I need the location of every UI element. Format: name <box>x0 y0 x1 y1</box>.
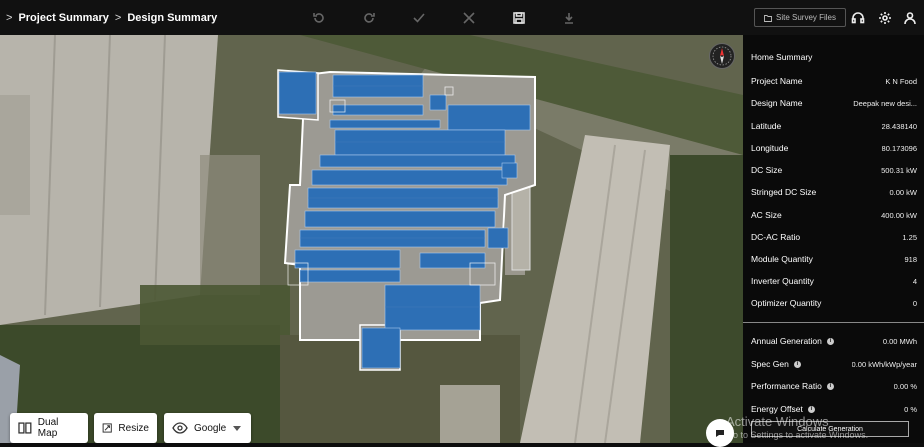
dual-map-label: Dual Map <box>37 417 59 439</box>
resize-label: Resize <box>118 422 149 434</box>
row-value: 1.25 <box>902 232 917 242</box>
map-provider-select[interactable]: Google <box>164 413 251 443</box>
row-label: Module Quantity <box>751 254 813 264</box>
row-label: DC-AC Ratio <box>751 232 801 242</box>
download-icon[interactable] <box>560 9 578 27</box>
map-imagery <box>0 35 743 443</box>
row-label: Spec Gen <box>751 359 789 369</box>
dual-map-icon <box>18 422 32 434</box>
summary-row: AC Size 400.00 kW <box>751 210 917 220</box>
row-value: 0.00 % <box>893 381 917 391</box>
row-label: Inverter Quantity <box>751 276 814 286</box>
satellite-map[interactable]: Dual Map Resize Google <box>0 35 743 443</box>
eye-icon <box>172 422 188 434</box>
row-label: Stringed DC Size <box>751 187 817 197</box>
headset-icon[interactable] <box>851 0 865 35</box>
panel-divider <box>743 322 924 323</box>
breadcrumb-project-summary[interactable]: Project Summary <box>18 12 108 24</box>
panel-title: Home Summary <box>751 52 813 62</box>
row-value: 4 <box>912 276 917 286</box>
row-value: Deepak new desi... <box>853 98 917 108</box>
row-label: Design Name <box>751 98 803 108</box>
top-toolbar: > Project Summary > Design Summary Site … <box>0 0 924 35</box>
folder-icon <box>764 14 772 22</box>
summary-row: Stringed DC Size 0.00 kW <box>751 187 917 197</box>
info-icon[interactable]: i <box>807 406 815 414</box>
summary-row: Design Name Deepak new desi... <box>751 98 917 108</box>
summary-panel: Home Summary Project Name K N Food Design… <box>743 35 924 443</box>
breadcrumb-design-summary[interactable]: Design Summary <box>127 12 217 24</box>
undo-icon[interactable] <box>310 9 328 27</box>
resize-button[interactable]: Resize <box>94 413 157 443</box>
row-label: DC Size <box>751 165 783 175</box>
summary-row: Longitude 80.173096 <box>751 143 917 153</box>
row-value: 500.31 kW <box>881 165 917 175</box>
row-label: Latitude <box>751 121 782 131</box>
row-label: Project Name <box>751 76 803 86</box>
info-icon[interactable]: i <box>826 338 834 346</box>
resize-icon <box>102 423 112 433</box>
generation-row: Annual Generation i 0.00 MWh <box>751 336 917 346</box>
info-icon[interactable]: i <box>826 383 834 391</box>
generation-row: Spec Gen i 0.00 kWh/kWp/year <box>751 359 917 369</box>
close-icon[interactable] <box>460 9 478 27</box>
row-value: 0.00 kW <box>889 187 917 197</box>
row-label: Performance Ratio <box>751 381 822 391</box>
summary-row: Latitude 28.438140 <box>751 121 917 131</box>
row-value: 0 <box>912 298 917 308</box>
generation-row: Energy Offset i 0 % <box>751 404 917 414</box>
row-value: 0.00 kWh/kWp/year <box>851 359 917 369</box>
row-label: Annual Generation <box>751 336 822 346</box>
gear-icon[interactable] <box>878 0 892 35</box>
breadcrumb-separator: > <box>114 11 122 24</box>
breadcrumb-separator: > <box>6 11 13 24</box>
site-survey-files-label: Site Survey Files <box>775 13 837 22</box>
site-survey-files-button[interactable]: Site Survey Files <box>754 8 846 27</box>
row-label: AC Size <box>751 210 782 220</box>
save-icon[interactable] <box>510 9 528 27</box>
row-label: Energy Offset <box>751 404 803 414</box>
redo-icon[interactable] <box>360 9 378 27</box>
row-value: 0 % <box>904 404 917 414</box>
row-value: 0.00 MWh <box>882 336 917 346</box>
summary-row: Optimizer Quantity 0 <box>751 298 917 308</box>
row-value: 400.00 kW <box>881 210 917 220</box>
row-label: Optimizer Quantity <box>751 298 822 308</box>
generation-row: Performance Ratio i 0.00 % <box>751 381 917 391</box>
compass-icon[interactable] <box>709 43 735 69</box>
row-value: 28.438140 <box>881 121 917 131</box>
row-value: 80.173096 <box>881 143 917 153</box>
breadcrumb: > Project Summary > Design Summary <box>0 12 217 24</box>
info-icon[interactable]: i <box>793 361 801 369</box>
dual-map-button[interactable]: Dual Map <box>10 413 88 443</box>
row-value: 918 <box>904 254 917 264</box>
check-icon[interactable] <box>410 9 428 27</box>
chevron-down-icon <box>233 426 242 431</box>
edit-toolbar <box>310 0 610 35</box>
summary-row: Project Name K N Food <box>751 76 917 86</box>
activation-watermark-title: Activate Windows <box>726 414 829 429</box>
row-label: Longitude <box>751 143 789 153</box>
summary-row: DC Size 500.31 kW <box>751 165 917 175</box>
summary-row: DC-AC Ratio 1.25 <box>751 232 917 242</box>
user-icon[interactable] <box>903 0 917 35</box>
row-value: K N Food <box>885 76 917 86</box>
summary-row: Inverter Quantity 4 <box>751 276 917 286</box>
activation-watermark-text: Go to Settings to activate Windows. <box>726 430 869 440</box>
summary-row: Module Quantity 918 <box>751 254 917 264</box>
map-provider-label: Google <box>194 422 227 434</box>
